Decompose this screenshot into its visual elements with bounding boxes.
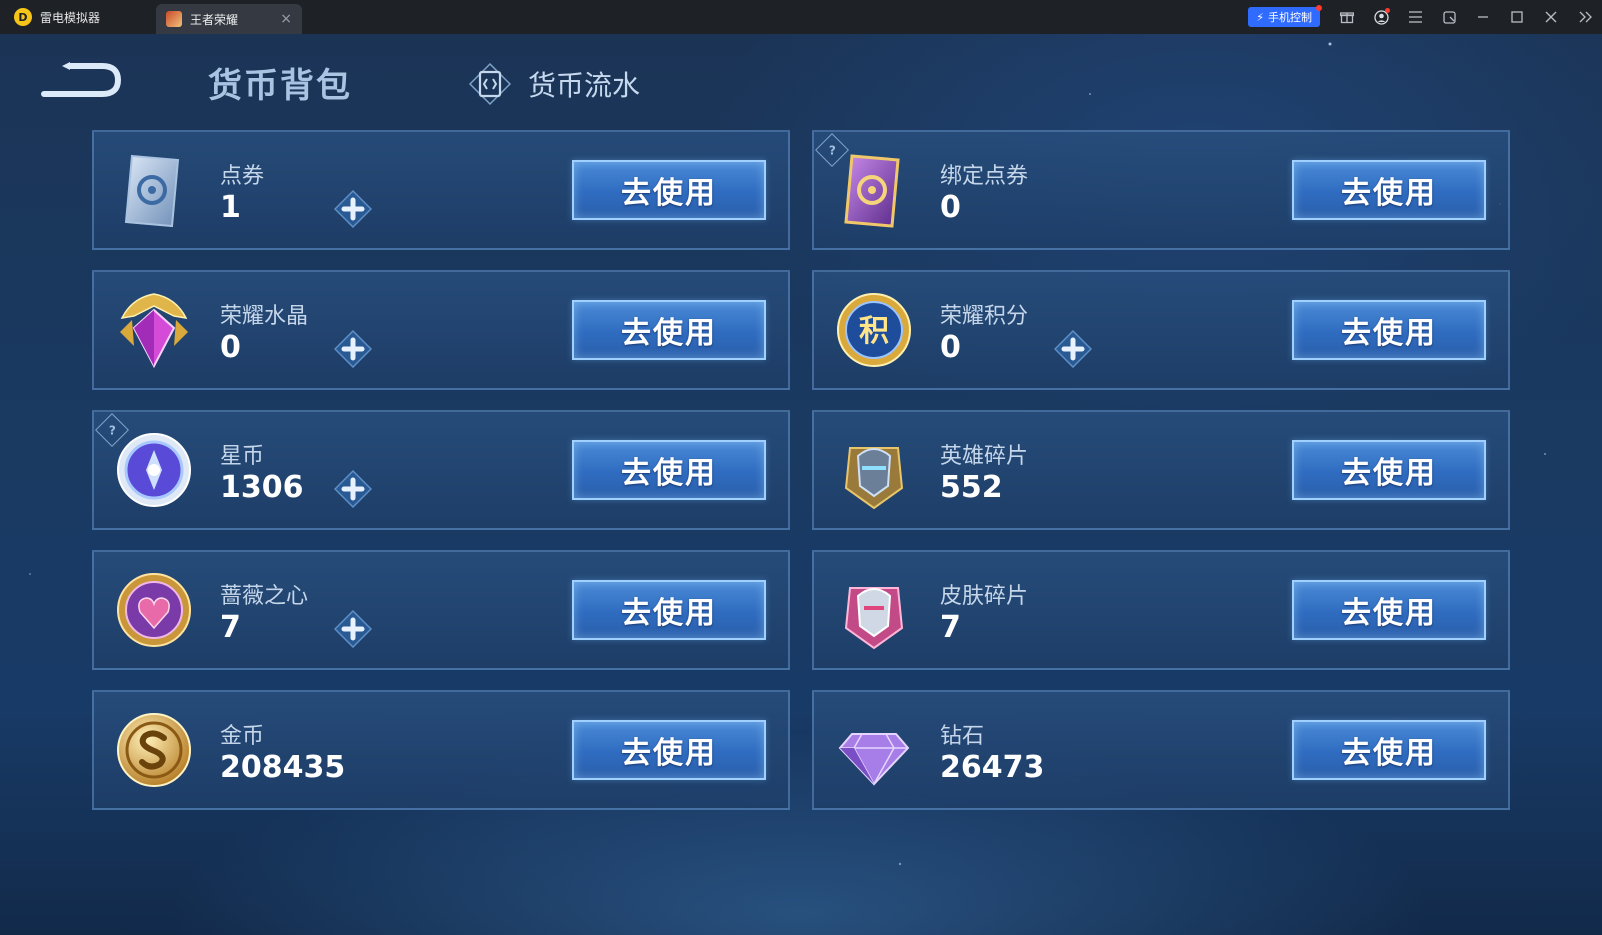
add-coupon-button[interactable] (334, 190, 372, 228)
currency-name: 皮肤碎片 (940, 584, 1029, 609)
account-icon[interactable] (1364, 0, 1398, 34)
coupon-icon (124, 154, 180, 228)
lightning-icon: ⚡ (1256, 10, 1264, 24)
use-coupon-button[interactable]: 去使用 (572, 160, 766, 220)
emulator-logo-icon: D (14, 8, 32, 26)
emulator-app-name: 雷电模拟器 (40, 10, 101, 25)
tab-close-icon[interactable]: × (280, 11, 292, 27)
currency-flow-label: 货币流水 (528, 69, 641, 102)
currency-amount: 552 (940, 470, 1003, 505)
gold-coin-icon (117, 713, 191, 787)
page-title: 货币背包 (208, 66, 352, 106)
use-diamond-button[interactable]: 去使用 (1292, 720, 1486, 780)
currency-flow-tab[interactable]: 货币流水 (468, 62, 640, 106)
phone-control-label: 手机控制 (1268, 11, 1312, 24)
currency-card-glory-crystal: 荣耀水晶 0 去使用 (92, 270, 790, 390)
currency-name: 荣耀积分 (940, 304, 1029, 329)
add-glory-crystal-button[interactable] (334, 330, 372, 368)
screen-capture-icon[interactable] (1432, 0, 1466, 34)
game-tab-icon (166, 11, 182, 27)
expand-sidebar-icon[interactable] (1568, 0, 1602, 34)
add-rose-heart-button[interactable] (334, 610, 372, 648)
currency-name: 荣耀水晶 (220, 304, 309, 329)
star-coin-icon (117, 433, 191, 507)
glory-points-icon: 积 (837, 293, 911, 367)
use-star-coin-button[interactable]: 去使用 (572, 440, 766, 500)
close-window-icon[interactable] (1534, 0, 1568, 34)
use-glory-points-button[interactable]: 去使用 (1292, 300, 1486, 360)
diamond-icon (838, 733, 910, 786)
currency-amount: 7 (220, 610, 241, 645)
use-hero-fragment-button[interactable]: 去使用 (1292, 440, 1486, 500)
svg-text:积: 积 (859, 314, 889, 349)
use-rose-heart-button[interactable]: 去使用 (572, 580, 766, 640)
phone-control-button[interactable]: ⚡ 手机控制 (1248, 5, 1322, 27)
hero-fragment-icon (844, 447, 904, 510)
use-bound-coupon-button[interactable]: 去使用 (1292, 160, 1486, 220)
add-glory-points-button[interactable] (1054, 330, 1092, 368)
add-star-coin-button[interactable] (334, 470, 372, 508)
currency-name: 金币 (220, 724, 265, 749)
currency-card-bound-coupon: ? 绑定点券 0 去使用 (812, 130, 1510, 250)
flow-record-icon (468, 62, 512, 106)
currency-card-star-coin: ? 星币 1306 去使用 (92, 410, 790, 530)
currency-card-hero-fragment: 英雄碎片 552 去使用 (812, 410, 1510, 530)
use-skin-fragment-button[interactable]: 去使用 (1292, 580, 1486, 640)
maximize-icon[interactable] (1500, 0, 1534, 34)
emulator-titlebar: D 雷电模拟器 王者荣耀 × ⚡ 手机控制 (0, 0, 1602, 34)
currency-card-skin-fragment: 皮肤碎片 7 去使用 (812, 550, 1510, 670)
currency-card-glory-points: 积 荣耀积分 0 去使用 (812, 270, 1510, 390)
use-glory-crystal-button[interactable]: 去使用 (572, 300, 766, 360)
skin-fragment-icon (844, 587, 904, 650)
game-tab[interactable]: 王者荣耀 × (156, 4, 302, 34)
currency-amount: 208435 (220, 750, 346, 785)
currency-name: 蔷薇之心 (220, 584, 309, 609)
currency-card-coupon: 点券 1 去使用 (92, 130, 790, 250)
use-gold-coin-button[interactable]: 去使用 (572, 720, 766, 780)
bound-coupon-icon (844, 154, 900, 228)
currency-amount: 0 (940, 330, 961, 365)
currency-card-gold-coin: 金币 208435 去使用 (92, 690, 790, 810)
game-tab-label: 王者荣耀 (190, 12, 239, 27)
minimize-icon[interactable] (1466, 0, 1500, 34)
game-screen: 货币背包 货币流水 点券 1 去使用 ? 绑定点券 0 去使用 荣耀水晶 0 去… (0, 34, 1602, 935)
currency-amount: 0 (940, 190, 961, 225)
glory-crystal-icon (120, 293, 188, 369)
currency-card-rose-heart: 蔷薇之心 7 去使用 (92, 550, 790, 670)
emulator-app-tab[interactable]: D 雷电模拟器 (0, 0, 156, 34)
back-button[interactable] (40, 60, 122, 100)
currency-name: 点券 (220, 164, 265, 189)
menu-icon[interactable] (1398, 0, 1432, 34)
back-arrow-icon (41, 62, 122, 97)
rose-heart-icon (117, 573, 191, 647)
currency-card-diamond: 钻石 26473 去使用 (812, 690, 1510, 810)
currency-amount: 1 (220, 190, 241, 225)
currency-amount: 1306 (220, 470, 304, 505)
currency-name: 星币 (220, 444, 265, 469)
currency-name: 英雄碎片 (940, 444, 1029, 469)
currency-amount: 7 (940, 610, 961, 645)
currency-amount: 26473 (940, 750, 1045, 785)
gift-icon[interactable] (1330, 0, 1364, 34)
currency-name: 绑定点券 (940, 164, 1029, 189)
currency-name: 钻石 (940, 724, 985, 749)
currency-amount: 0 (220, 330, 241, 365)
